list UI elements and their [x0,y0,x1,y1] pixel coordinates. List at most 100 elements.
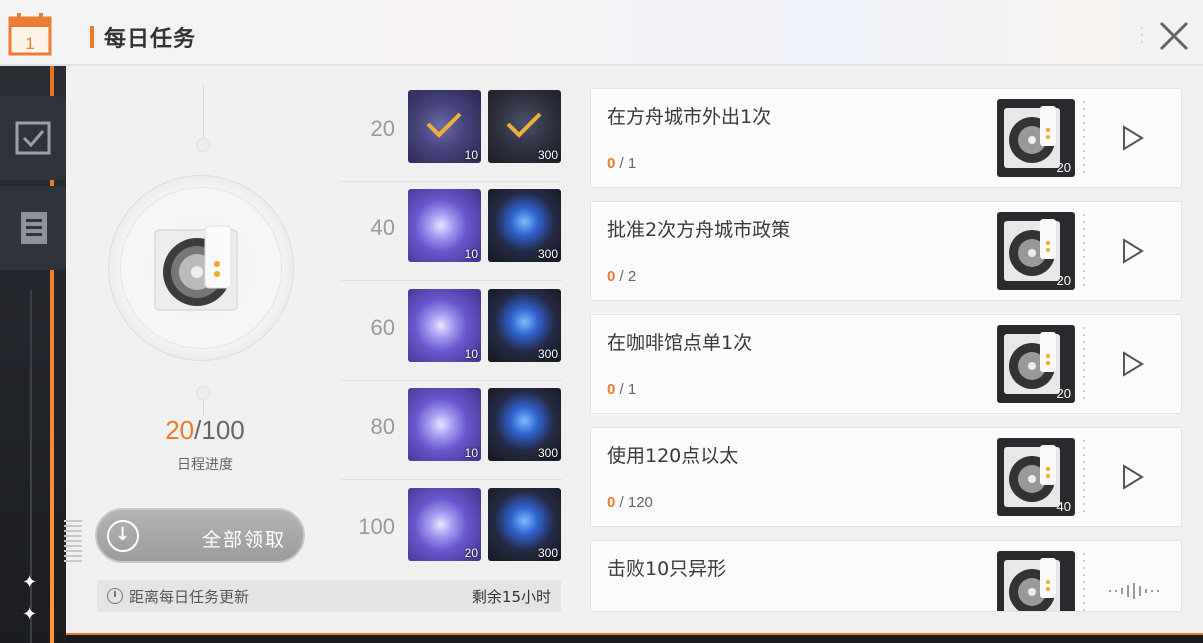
claim-all-label: 全部领取 [202,529,287,551]
reward-qty: 300 [537,546,558,560]
milestone-row: 60 10 300 [340,289,562,381]
milestone-row: 100 20 300 [340,488,562,580]
task-name: 在方舟城市外出1次 [607,106,772,128]
progress-total: 100 [201,415,245,445]
reward-crystal[interactable]: 10 [408,189,481,262]
task-progress-total: / 1 [619,155,637,172]
ring-guide-top [203,85,204,145]
task-progress: 0 / 1 [607,381,636,398]
checkbox-icon [15,121,51,155]
ring-node [196,386,210,400]
task-card[interactable]: 使用120点以太 0 / 120 40 [590,427,1182,527]
reward-chest[interactable]: 300 [488,388,561,461]
schedule-progress: 20/100 [150,415,260,446]
reward-qty: 10 [464,446,478,460]
check-icon [506,112,542,138]
reward-chest[interactable]: 300 [488,289,561,362]
close-icon[interactable] [1158,20,1190,52]
task-reward[interactable]: 20 [997,212,1075,290]
task-card[interactable]: 在咖啡馆点单1次 0 / 1 20 [590,314,1182,414]
reward-crystal[interactable]: 10 [408,289,481,362]
milestone-level: 40 [370,215,395,240]
reward-qty: 300 [537,347,558,361]
clock-icon [107,588,123,604]
task-reward-qty: 20 [1056,273,1071,288]
task-progress-current: 0 [607,268,616,285]
task-progress-total: / 1 [619,381,637,398]
progress-current: 20 [165,415,195,445]
task-progress-total: / 2 [619,268,637,285]
milestone-level: 100 [358,514,395,539]
task-progress-current: 0 [607,381,616,398]
reward-qty: 10 [464,148,478,162]
title-accent [90,26,94,48]
reward-qty: 10 [464,347,478,361]
task-reward-qty: 40 [1056,499,1071,514]
task-progress: 0 / 2 [607,268,636,285]
milestone-level: 60 [370,315,395,340]
calendar-icon: 1 [8,13,52,56]
sparkle-icon: ✦ [22,572,38,593]
reward-qty: 20 [464,546,478,560]
task-reward-qty: 20 [1056,386,1071,401]
side-tab-notes[interactable] [0,186,66,270]
side-strip: ✦ ✦ [0,60,72,643]
notes-icon [21,212,47,244]
download-icon: ↓ [107,520,139,552]
progress-label: 日程进度 [177,457,233,473]
refresh-timer-bar: 距离每日任务更新 剩余15小时 [97,580,561,612]
milestone-row: 20 10 300 [340,90,562,182]
play-icon[interactable] [1121,351,1145,377]
side-tab-tasks[interactable] [0,96,66,180]
milestone-level: 80 [370,414,395,439]
reward-qty: 300 [537,148,558,162]
task-reward[interactable]: 20 [997,99,1075,177]
reward-qty: 300 [537,446,558,460]
reward-chest[interactable]: 300 [488,189,561,262]
task-reward-qty: 20 [1056,160,1071,175]
task-reward[interactable]: 40 [997,438,1075,516]
milestone-level: 20 [370,116,395,141]
sparkle-icon: ✦ [22,604,38,625]
ring-node [196,138,210,152]
window-header: 1 每日任务 · · · [0,0,1203,66]
refresh-label: 距离每日任务更新 [129,588,250,606]
loading-wave-icon [1109,583,1159,599]
disc-icon [154,225,238,311]
calendar-day: 1 [25,34,34,53]
reward-crystal[interactable]: 10 [408,90,481,163]
decor-stripes [64,520,82,564]
panel-bottom-edge [66,633,1203,643]
reward-crystal[interactable]: 20 [408,488,481,561]
milestone-row: 40 10 300 [340,189,562,281]
task-progress: 0 / 1 [607,155,636,172]
play-icon[interactable] [1121,238,1145,264]
task-reward[interactable] [997,551,1075,611]
task-card[interactable]: 在方舟城市外出1次 0 / 1 20 [590,88,1182,188]
disc-icon [1004,558,1060,611]
task-progress: 0 / 120 [607,494,653,511]
check-icon [426,112,462,138]
play-icon[interactable] [1121,464,1145,490]
task-reward[interactable]: 20 [997,325,1075,403]
task-name: 击败10只异形 [607,558,727,580]
reward-crystal[interactable]: 10 [408,388,481,461]
reward-qty: 10 [464,247,478,261]
reward-qty: 300 [537,247,558,261]
task-progress-current: 0 [607,494,616,511]
reward-chest[interactable]: 300 [488,90,561,163]
refresh-remaining: 剩余15小时 [471,588,551,606]
task-name: 在咖啡馆点单1次 [607,332,753,354]
drag-dots: · · · [1140,21,1144,49]
task-name: 使用120点以太 [607,445,739,467]
page-title: 每日任务 [104,27,197,52]
play-icon[interactable] [1121,125,1145,151]
task-progress-current: 0 [607,155,616,172]
task-card[interactable]: 批准2次方舟城市政策 0 / 2 20 [590,201,1182,301]
task-progress-total: / 120 [619,494,653,511]
task-name: 批准2次方舟城市政策 [607,219,791,241]
claim-all-button[interactable]: ↓ 全部领取 [95,508,305,563]
reward-chest[interactable]: 300 [488,488,561,561]
milestone-row: 80 10 300 [340,388,562,480]
task-card[interactable]: 击败10只异形 [590,540,1182,612]
